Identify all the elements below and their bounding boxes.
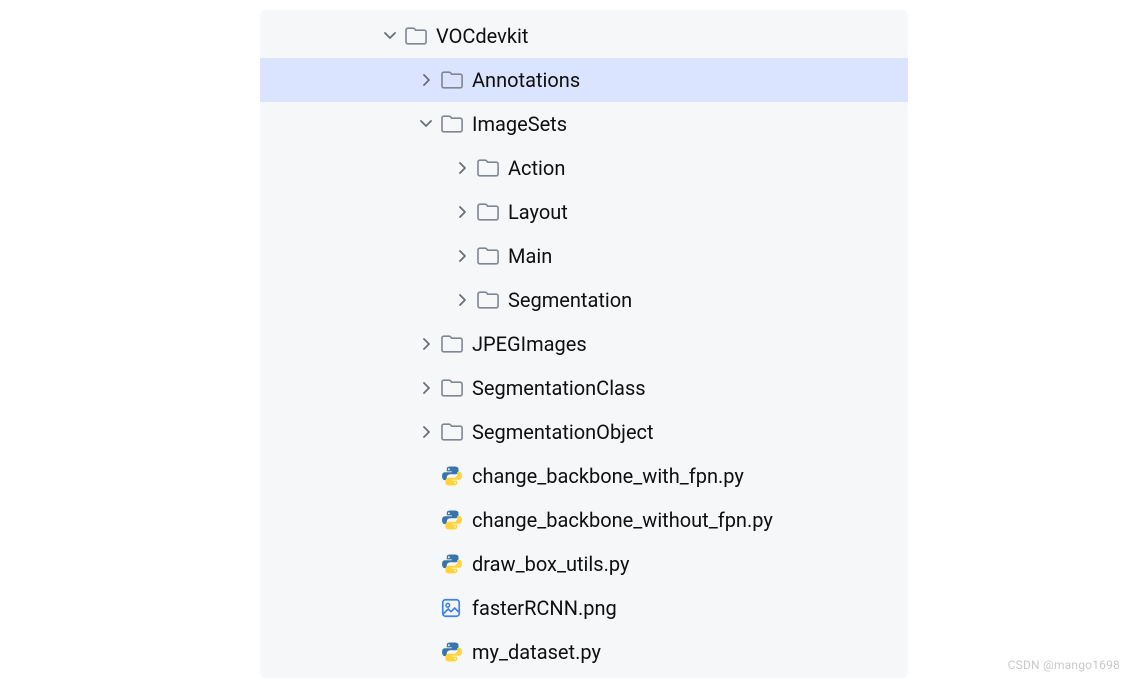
file-label: fasterRCNN.png xyxy=(472,596,617,620)
tree-folder-layout[interactable]: Layout xyxy=(260,190,908,234)
tree-folder-imagesets[interactable]: ImageSets xyxy=(260,102,908,146)
chevron-right-icon[interactable] xyxy=(448,162,476,174)
folder-icon xyxy=(440,378,472,398)
folder-label: ImageSets xyxy=(472,112,567,136)
tree-file-change-backbone-with-fpn[interactable]: change_backbone_with_fpn.py xyxy=(260,454,908,498)
folder-label: Action xyxy=(508,156,565,180)
file-label: change_backbone_without_fpn.py xyxy=(472,508,773,532)
tree-folder-jpegimages[interactable]: JPEGImages xyxy=(260,322,908,366)
chevron-right-icon[interactable] xyxy=(448,206,476,218)
tree-folder-segmentationobject[interactable]: SegmentationObject xyxy=(260,410,908,454)
tree-file-fasterrcnn-png[interactable]: fasterRCNN.png xyxy=(260,586,908,630)
tree-folder-main[interactable]: Main xyxy=(260,234,908,278)
tree-file-my-dataset[interactable]: my_dataset.py xyxy=(260,630,908,674)
folder-label: Segmentation xyxy=(508,288,632,312)
chevron-down-icon[interactable] xyxy=(376,30,404,42)
folder-icon xyxy=(476,158,508,178)
folder-label: Main xyxy=(508,244,552,268)
folder-label: VOCdevkit xyxy=(436,24,528,48)
folder-label: Layout xyxy=(508,200,568,224)
python-file-icon xyxy=(440,464,472,488)
watermark: CSDN @mango1698 xyxy=(1008,658,1120,672)
file-label: my_dataset.py xyxy=(472,640,601,664)
folder-label: Annotations xyxy=(472,68,580,92)
file-label: change_backbone_with_fpn.py xyxy=(472,464,744,488)
chevron-right-icon[interactable] xyxy=(412,382,440,394)
folder-icon xyxy=(440,70,472,90)
tree-folder-segmentation[interactable]: Segmentation xyxy=(260,278,908,322)
python-file-icon xyxy=(440,508,472,532)
folder-icon xyxy=(440,422,472,442)
tree-folder-vocdevkit[interactable]: VOCdevkit xyxy=(260,14,908,58)
folder-icon xyxy=(404,26,436,46)
python-file-icon xyxy=(440,640,472,664)
file-tree: VOCdevkit Annotations ImageSets Action xyxy=(260,10,908,678)
folder-icon xyxy=(440,114,472,134)
folder-label: JPEGImages xyxy=(472,332,587,356)
folder-icon xyxy=(476,290,508,310)
chevron-right-icon[interactable] xyxy=(412,426,440,438)
python-file-icon xyxy=(440,552,472,576)
folder-icon xyxy=(440,334,472,354)
chevron-right-icon[interactable] xyxy=(412,74,440,86)
chevron-right-icon[interactable] xyxy=(412,338,440,350)
file-label: draw_box_utils.py xyxy=(472,552,629,576)
chevron-down-icon[interactable] xyxy=(412,118,440,130)
folder-label: SegmentationObject xyxy=(472,420,654,444)
chevron-right-icon[interactable] xyxy=(448,250,476,262)
image-file-icon xyxy=(440,597,472,619)
tree-file-draw-box-utils[interactable]: draw_box_utils.py xyxy=(260,542,908,586)
folder-icon xyxy=(476,246,508,266)
tree-folder-annotations[interactable]: Annotations xyxy=(260,58,908,102)
tree-folder-segmentationclass[interactable]: SegmentationClass xyxy=(260,366,908,410)
tree-file-change-backbone-without-fpn[interactable]: change_backbone_without_fpn.py xyxy=(260,498,908,542)
chevron-right-icon[interactable] xyxy=(448,294,476,306)
tree-folder-action[interactable]: Action xyxy=(260,146,908,190)
folder-icon xyxy=(476,202,508,222)
folder-label: SegmentationClass xyxy=(472,376,646,400)
